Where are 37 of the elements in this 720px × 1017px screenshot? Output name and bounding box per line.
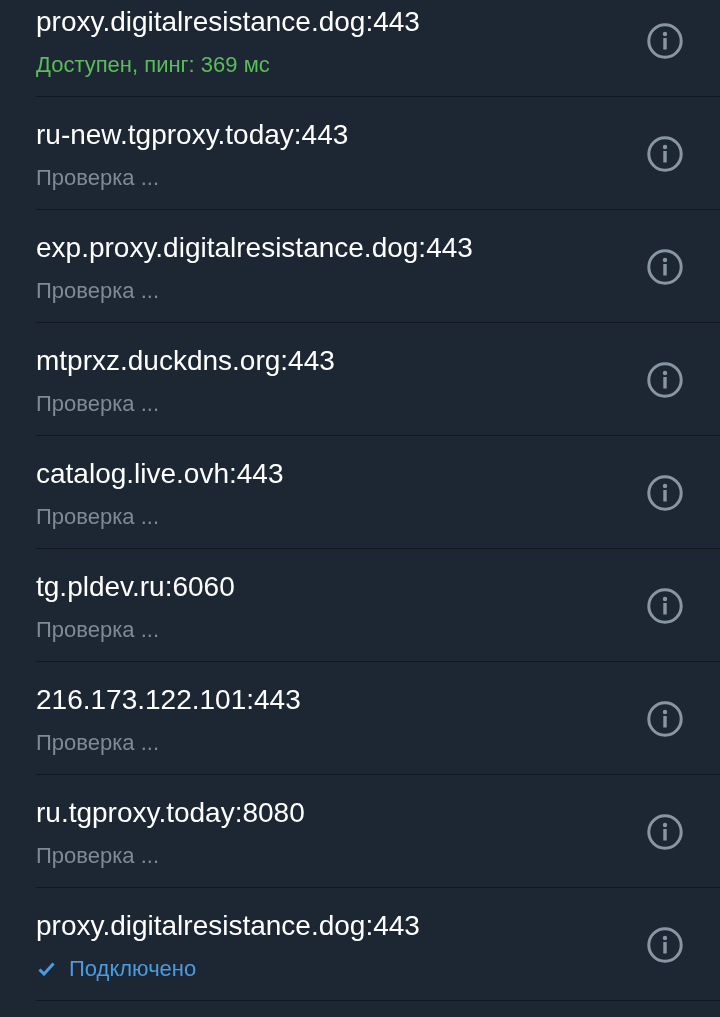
- info-icon: [647, 475, 683, 511]
- proxy-address: catalog.live.ovh:443: [36, 458, 284, 490]
- status-text: Проверка ...: [36, 278, 159, 304]
- info-icon: [647, 588, 683, 624]
- status-text: Доступен, пинг: 369 мс: [36, 52, 270, 78]
- info-button[interactable]: [646, 474, 684, 512]
- proxy-address: 216.173.122.101:443: [36, 684, 301, 716]
- check-icon: [38, 962, 55, 976]
- status-text: Проверка ...: [36, 617, 159, 643]
- info-icon: [647, 23, 683, 59]
- status-text: Проверка ...: [36, 843, 159, 869]
- proxy-address: proxy.digitalresistance.dog:443: [36, 910, 420, 942]
- info-button[interactable]: [646, 926, 684, 964]
- proxy-address: exp.proxy.digitalresistance.dog:443: [36, 232, 473, 264]
- status-text: Проверка ...: [36, 504, 159, 530]
- info-button[interactable]: [646, 135, 684, 173]
- proxy-address: ru.tgproxy.today:8080: [36, 797, 305, 829]
- info-button[interactable]: [646, 22, 684, 60]
- info-icon: [647, 362, 683, 398]
- info-button[interactable]: [646, 813, 684, 851]
- proxy-address: ru-new.tgproxy.today:443: [36, 119, 349, 151]
- proxy-address: tg.pldev.ru:6060: [36, 571, 235, 603]
- info-icon: [647, 927, 683, 963]
- info-icon: [647, 136, 683, 172]
- status-text: Проверка ...: [36, 391, 159, 417]
- status-text: Подключено: [69, 956, 197, 982]
- info-button[interactable]: [646, 248, 684, 286]
- proxy-address: mtprxz.duckdns.org:443: [36, 345, 335, 377]
- info-button[interactable]: [646, 587, 684, 625]
- proxy-address: proxy.digitalresistance.dog:443: [36, 6, 420, 38]
- status-text: Проверка ...: [36, 730, 159, 756]
- info-button[interactable]: [646, 361, 684, 399]
- info-icon: [647, 701, 683, 737]
- info-icon: [647, 249, 683, 285]
- status-text: Проверка ...: [36, 165, 159, 191]
- info-button[interactable]: [646, 700, 684, 738]
- info-icon: [647, 814, 683, 850]
